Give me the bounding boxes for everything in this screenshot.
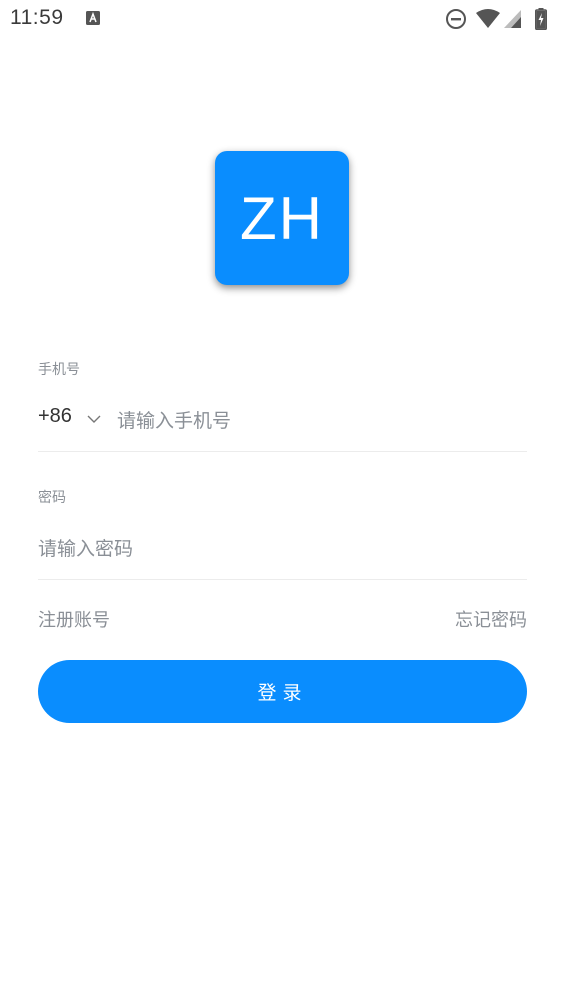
do-not-disturb-icon xyxy=(446,9,466,29)
country-code: +86 xyxy=(38,405,72,427)
register-link[interactable]: 注册账号 xyxy=(38,606,110,632)
phone-input[interactable] xyxy=(117,401,527,441)
password-field-row xyxy=(38,529,527,580)
password-input[interactable] xyxy=(38,529,527,569)
cell-signal-icon xyxy=(504,10,521,28)
chevron-down-icon xyxy=(87,415,101,423)
country-code-selector[interactable]: +86 xyxy=(38,401,106,441)
forgot-password-link[interactable]: 忘记密码 xyxy=(455,606,527,632)
app-logo: ZH xyxy=(215,151,349,285)
keyboard-a-icon xyxy=(86,11,100,25)
phone-label: 手机号 xyxy=(38,362,80,378)
wifi-icon xyxy=(476,9,500,28)
battery-charging-icon xyxy=(535,8,547,30)
phone-field-row: +86 xyxy=(38,401,527,452)
login-button[interactable]: 登录 xyxy=(38,660,527,723)
status-time: 11:59 xyxy=(10,6,64,29)
password-label: 密码 xyxy=(38,490,66,506)
status-bar: 11:59 xyxy=(0,0,565,38)
